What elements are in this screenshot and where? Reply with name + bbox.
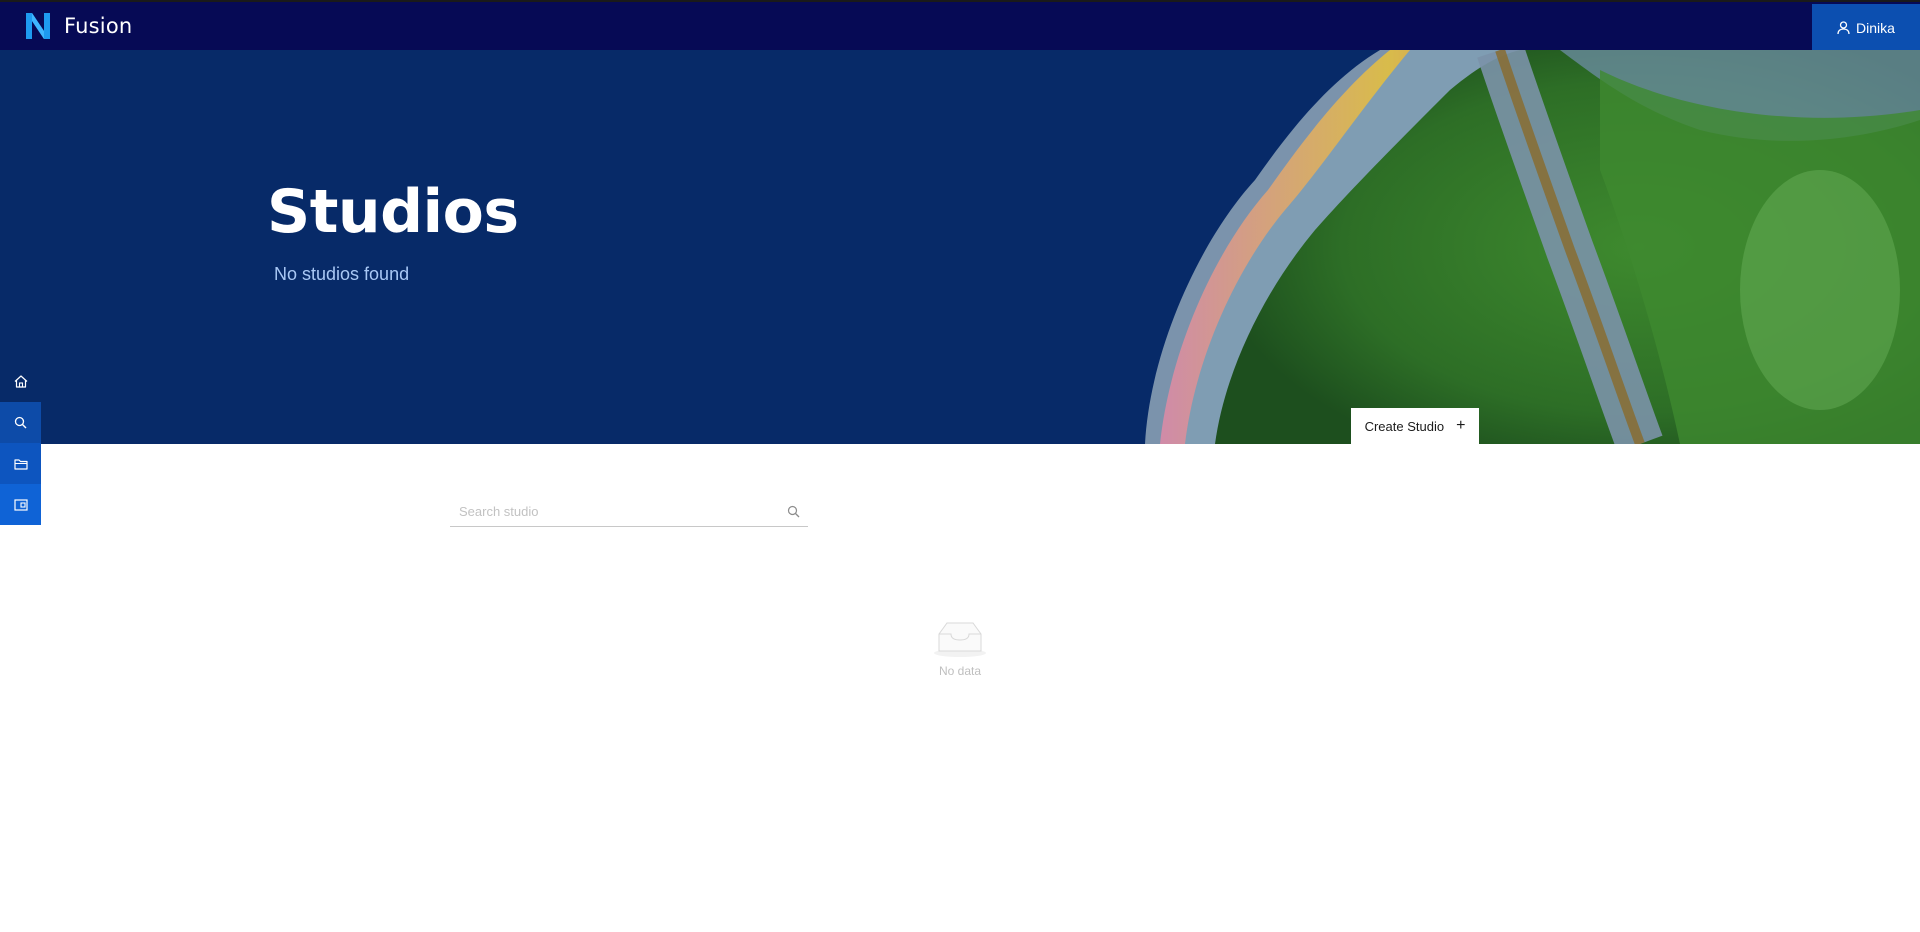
side-nav <box>0 361 41 525</box>
wallet-icon <box>13 498 28 511</box>
top-bar: Fusion Dinika <box>0 0 1920 51</box>
search-submit-button[interactable] <box>778 498 808 526</box>
user-icon <box>1837 20 1850 34</box>
search-icon <box>787 505 799 518</box>
nav-studios[interactable] <box>0 443 41 484</box>
search-input[interactable] <box>450 497 778 526</box>
user-menu-button[interactable]: Dinika <box>1812 4 1920 51</box>
plus-icon: + <box>1456 417 1466 434</box>
nav-search[interactable] <box>0 402 41 443</box>
nav-home[interactable] <box>0 361 41 402</box>
empty-state-text: No data <box>938 664 982 678</box>
page-title: Studios <box>267 177 519 247</box>
create-studio-button[interactable]: Create Studio + <box>1351 408 1479 444</box>
folder-icon <box>13 458 28 470</box>
search-icon <box>14 416 27 429</box>
fusion-logo-icon <box>26 13 50 39</box>
inbox-icon <box>934 622 986 657</box>
page-subtitle: No studios found <box>274 264 410 284</box>
home-icon <box>14 375 27 388</box>
brand-home-link[interactable]: Fusion <box>24 11 132 41</box>
app-name: Fusion <box>64 14 133 38</box>
studio-search <box>450 497 808 527</box>
hero-banner: Studios No studios found <box>0 50 1920 444</box>
hero-artwork <box>1145 50 1920 444</box>
create-studio-label: Create Studio <box>1364 418 1445 434</box>
nav-wallet[interactable] <box>0 484 41 525</box>
user-name: Dinika <box>1856 19 1895 36</box>
empty-state: No data <box>910 620 1010 678</box>
